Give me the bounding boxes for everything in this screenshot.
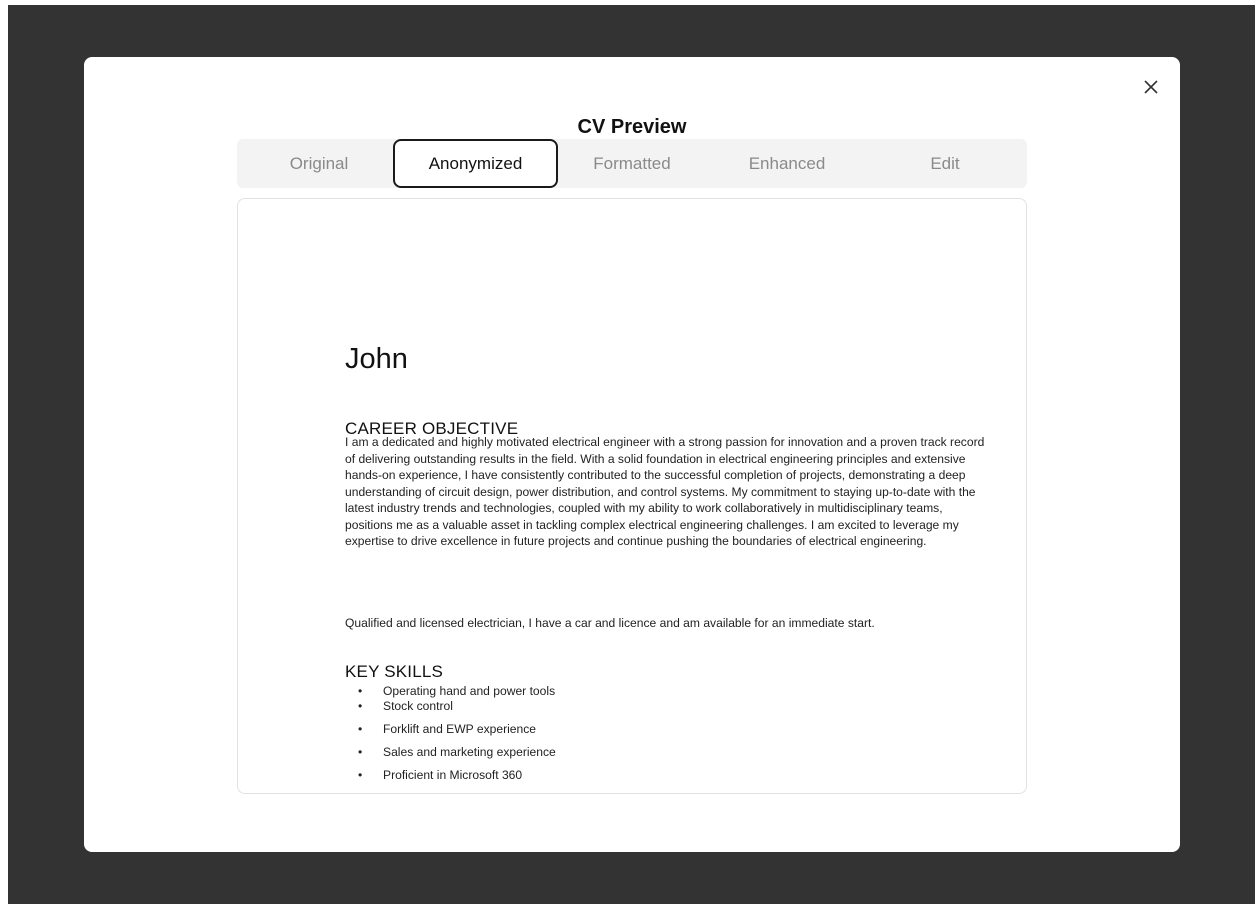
tab-anonymized[interactable]: Anonymized	[393, 139, 558, 188]
tab-enhanced[interactable]: Enhanced	[707, 139, 867, 188]
list-item: Stock control	[358, 698, 556, 715]
tab-edit[interactable]: Edit	[865, 139, 1025, 188]
list-item: Sales and marketing experience	[358, 744, 556, 761]
close-button[interactable]	[1140, 76, 1162, 98]
modal-title: CV Preview	[577, 116, 687, 138]
list-item: Forklift and EWP experience	[358, 721, 556, 738]
key-skills-heading: KEY SKILLS	[345, 662, 444, 681]
close-icon	[1144, 80, 1158, 94]
key-skills-list: Operating hand and power tools Stock con…	[358, 683, 556, 784]
career-objective-extra: Qualified and licensed electrician, I ha…	[345, 616, 875, 630]
list-item: Proficient in Microsoft 360	[358, 767, 556, 784]
tab-formatted[interactable]: Formatted	[552, 139, 712, 188]
career-objective-text: I am a dedicated and highly motivated el…	[345, 435, 985, 548]
cv-candidate-name: John	[345, 343, 408, 375]
tab-bar: Original Anonymized Formatted Enhanced E…	[237, 139, 1027, 188]
tab-original[interactable]: Original	[237, 139, 401, 188]
